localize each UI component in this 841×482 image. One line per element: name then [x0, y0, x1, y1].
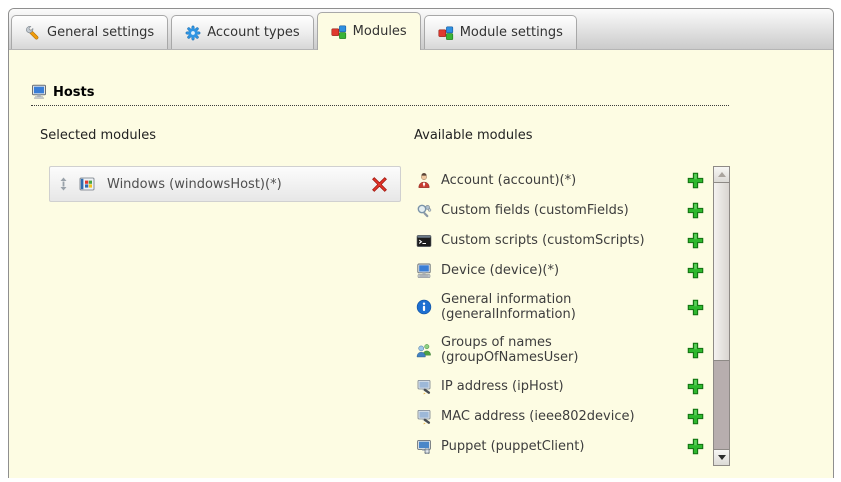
tab-modules[interactable]: Modules: [317, 12, 421, 50]
modules-icon: [331, 24, 347, 40]
add-module-button[interactable]: [687, 262, 704, 279]
remove-module-button[interactable]: [371, 176, 388, 193]
selected-modules-label: Selected modules: [40, 128, 414, 143]
chevron-up-icon: [718, 172, 726, 177]
monitor-icon: [31, 84, 47, 100]
hosts-section-header: Hosts: [31, 84, 729, 106]
drag-handle-icon[interactable]: [58, 177, 69, 191]
available-module-label: Custom scripts (customScripts): [441, 233, 645, 248]
available-module-row: IP address (ipHost): [414, 372, 712, 402]
available-modules-column: Available modules Account (account)(*) Cu…: [414, 128, 730, 466]
tab-general-settings[interactable]: General settings: [11, 15, 168, 49]
tab-label: Account types: [207, 25, 299, 40]
gear-icon: [185, 25, 201, 41]
wrench-icon: [25, 25, 41, 41]
scrollbar-track[interactable]: [713, 361, 730, 449]
available-module-row: MAC address (ieee802device): [414, 402, 712, 432]
available-module-row: General information (generalInformation): [414, 286, 712, 329]
tab-label: General settings: [47, 25, 154, 40]
available-module-row: Roles (organizationalRoleUser): [414, 462, 712, 466]
available-module-row: Groups of names (groupOfNamesUser): [414, 329, 712, 372]
add-module-button[interactable]: [687, 378, 704, 395]
selected-modules-list: Windows (windowsHost)(*): [49, 166, 414, 202]
available-module-label: MAC address (ieee802device): [441, 409, 635, 424]
scrollbar-down-button[interactable]: [713, 449, 730, 466]
settings-window: General settings Account types Modules Modu…: [8, 8, 834, 478]
available-module-row: Account (account)(*): [414, 166, 712, 196]
tab-module-settings[interactable]: Module settings: [424, 15, 577, 49]
scrollbar-thumb[interactable]: [713, 183, 730, 361]
available-module-label: Custom fields (customFields): [441, 203, 629, 218]
network-icon: [416, 379, 432, 395]
account-icon: [416, 173, 432, 189]
chevron-down-icon: [718, 455, 726, 460]
modules-tab-content: Hosts Selected modules Windows (windowsH…: [9, 84, 833, 466]
section-title: Hosts: [53, 85, 95, 100]
available-module-label: Account (account)(*): [441, 173, 576, 188]
available-modules-label: Available modules: [414, 128, 730, 143]
available-module-row: Puppet (puppetClient): [414, 432, 712, 462]
add-module-button[interactable]: [687, 299, 704, 316]
group-icon: [416, 342, 432, 358]
add-module-button[interactable]: [687, 408, 704, 425]
selected-modules-column: Selected modules Windows (windowsHost)(*…: [40, 128, 414, 466]
network-icon: [416, 409, 432, 425]
page: { "tabs": [ {"label": "General settings"…: [0, 0, 841, 482]
custom-fields-icon: [416, 203, 432, 219]
tab-label: Module settings: [460, 25, 563, 40]
modules-columns: Selected modules Windows (windowsHost)(*…: [40, 128, 833, 466]
terminal-icon: [416, 233, 432, 249]
available-module-label: Device (device)(*): [441, 263, 559, 278]
available-module-label: Groups of names (groupOfNamesUser): [441, 335, 661, 365]
tab-account-types[interactable]: Account types: [171, 15, 313, 49]
available-module-row: Custom scripts (customScripts): [414, 226, 712, 256]
selected-module-item: Windows (windowsHost)(*): [49, 166, 401, 202]
info-icon: [416, 299, 432, 315]
windows-icon: [79, 176, 95, 192]
available-module-row: Custom fields (customFields): [414, 196, 712, 226]
available-module-label: General information (generalInformation): [441, 292, 661, 322]
scrollbar-up-button[interactable]: [713, 166, 730, 183]
modules-icon: [438, 25, 454, 41]
tab-label: Modules: [353, 24, 407, 39]
add-module-button[interactable]: [687, 202, 704, 219]
tab-bar: General settings Account types Modules Modu…: [9, 9, 833, 50]
available-modules-list: Account (account)(*) Custom fields (custo…: [414, 166, 730, 466]
selected-module-label: Windows (windowsHost)(*): [107, 177, 282, 192]
add-module-button[interactable]: [687, 232, 704, 249]
add-module-button[interactable]: [687, 172, 704, 189]
puppet-icon: [416, 439, 432, 455]
add-module-button[interactable]: [687, 342, 704, 359]
add-module-button[interactable]: [687, 438, 704, 455]
device-icon: [416, 263, 432, 279]
scrollbar[interactable]: [713, 166, 730, 466]
available-module-label: IP address (ipHost): [441, 379, 564, 394]
available-module-row: Device (device)(*): [414, 256, 712, 286]
available-module-label: Puppet (puppetClient): [441, 439, 584, 454]
